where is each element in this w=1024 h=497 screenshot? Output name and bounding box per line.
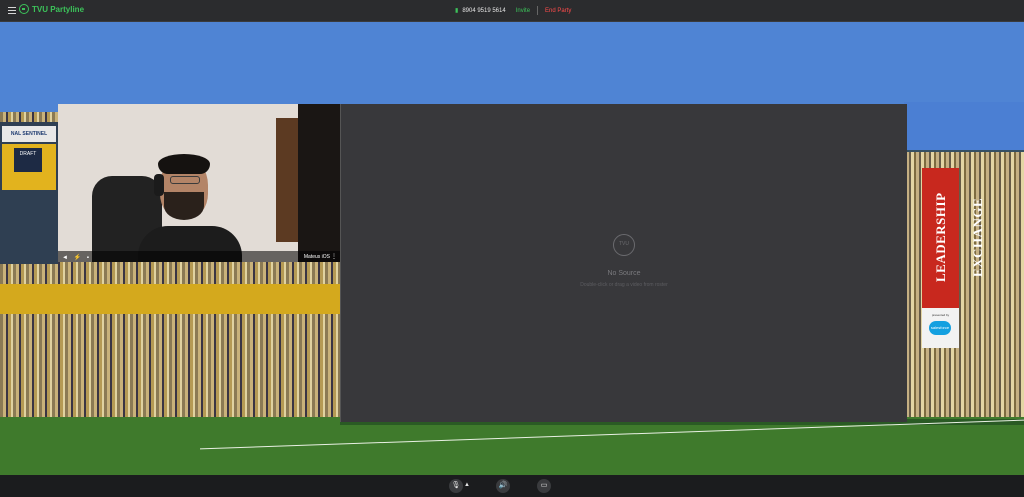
chat-icon[interactable]: ▭	[537, 479, 551, 493]
sponsor-banner-title: LEADERSHIP EXCHANGE	[933, 192, 985, 282]
app-name: TVU Partyline	[32, 4, 85, 14]
participant-video-tile[interactable]: ◄ ⚡ ▪ Mateus iOS ⋮	[58, 104, 340, 262]
upper-deck-rail	[0, 284, 340, 314]
speaker-icon[interactable]: 🔊	[496, 479, 510, 493]
chevron-up-icon[interactable]: ▲	[464, 482, 470, 488]
person-glasses	[170, 176, 200, 184]
tvu-placeholder-icon: TVU	[613, 234, 635, 256]
sky-background	[0, 22, 1024, 112]
headset-icon	[154, 174, 164, 196]
end-party-button[interactable]: End Party	[545, 8, 571, 14]
app-logo: TVU Partyline	[19, 4, 84, 14]
no-source-subtitle: Double-click or drag a video from roster	[580, 282, 668, 288]
presented-by-label: presented by	[931, 313, 950, 317]
room-dark-area	[298, 104, 340, 262]
more-options-icon[interactable]: ⋮	[331, 253, 337, 260]
party-code: 8904 9519 5614	[462, 7, 506, 14]
tile-status-bar: ◄ ⚡ ▪ Mateus iOS ⋮	[58, 251, 340, 262]
tvu-logo-icon	[19, 4, 29, 14]
stadium-banner: NAL SENTINEL	[2, 126, 56, 142]
no-source-title: No Source	[607, 270, 641, 277]
room-door	[276, 118, 298, 242]
mic-icon[interactable]: 🎙	[449, 479, 463, 493]
salesforce-logo-icon: salesforce	[929, 321, 951, 335]
divider	[537, 6, 539, 15]
participant-name: Mateus iOS	[303, 254, 330, 260]
person-beard	[164, 192, 204, 220]
draft-sign: DRAFT	[14, 148, 42, 172]
invite-button[interactable]: Invite	[516, 8, 530, 14]
tile-status-icons: ◄ ⚡ ▪	[62, 255, 91, 261]
stage-video: NAL SENTINEL DRAFT ◄ ⚡ ▪ Mateus iOS ⋮ TV…	[0, 22, 1024, 475]
menu-icon[interactable]	[8, 7, 16, 14]
top-bar: TVU Partyline ▮ 8904 9519 5614 Invite En…	[0, 0, 1024, 22]
no-source-panel[interactable]: TVU No Source Double-click or drag a vid…	[340, 104, 907, 422]
bottom-control-bar: 🎙 ▲ 🔊 ▭	[0, 475, 1024, 497]
person-hair	[158, 154, 210, 174]
signal-icon: ▮	[455, 8, 459, 14]
party-info: ▮ 8904 9519 5614 Invite End Party	[455, 6, 571, 15]
